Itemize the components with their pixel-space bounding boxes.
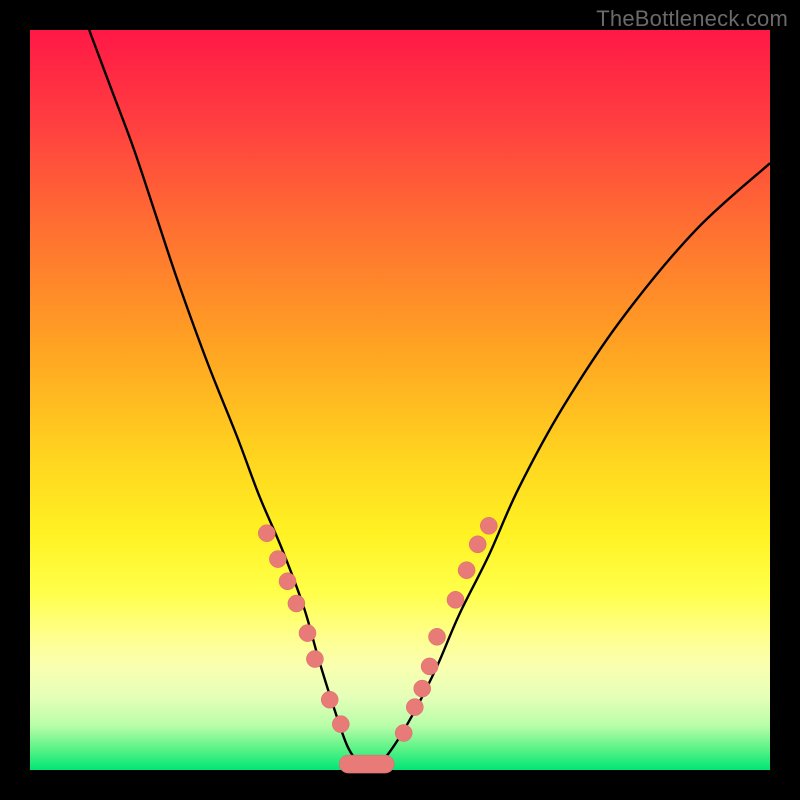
watermark-label: TheBottleneck.com [596, 6, 788, 32]
data-marker [429, 628, 446, 645]
data-marker [306, 651, 323, 668]
data-marker [458, 562, 475, 579]
data-marker [480, 517, 497, 534]
data-markers [258, 517, 497, 773]
data-marker [279, 573, 296, 590]
chart-frame: TheBottleneck.com [0, 0, 800, 800]
data-marker [421, 658, 438, 675]
curve-path [89, 30, 770, 766]
data-marker [414, 680, 431, 697]
data-marker [447, 591, 464, 608]
data-marker [258, 525, 275, 542]
curve-layer [30, 30, 770, 770]
data-marker [469, 536, 486, 553]
data-marker [406, 699, 423, 716]
data-marker [332, 716, 349, 733]
plot-area [30, 30, 770, 770]
data-marker [395, 725, 412, 742]
data-marker [299, 625, 316, 642]
data-marker [321, 691, 338, 708]
valley-marker-band [339, 755, 394, 773]
data-marker [288, 595, 305, 612]
bottleneck-curve [89, 30, 770, 766]
data-marker [269, 551, 286, 568]
